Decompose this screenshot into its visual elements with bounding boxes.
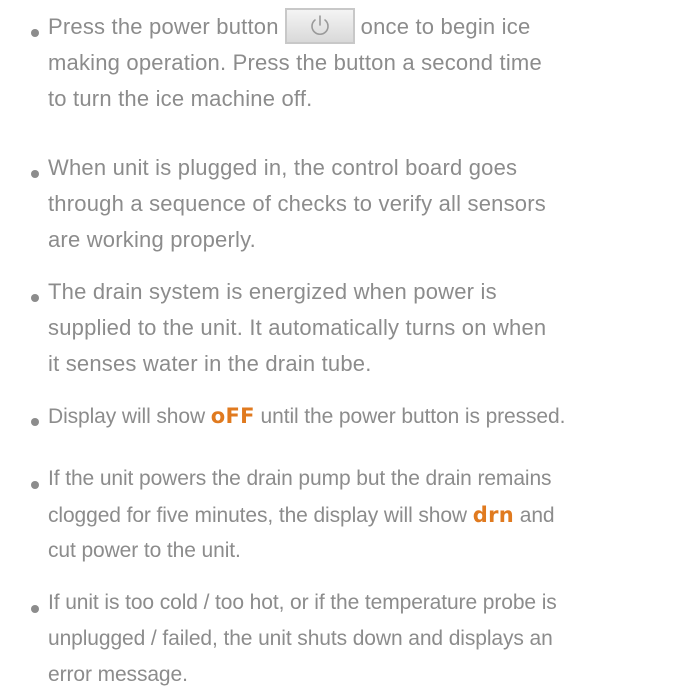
bullet-line: it senses water in the drain tube.: [48, 351, 372, 376]
bullet-line: When unit is plugged in, the control boa…: [48, 155, 518, 180]
bullet-text: Press the power button once to begin ice …: [48, 8, 542, 117]
bullet-text: Display will show oFF until the power bu…: [48, 398, 565, 434]
bullet-line: If unit is too cold / too hot, or if the…: [48, 591, 557, 614]
power-icon: [310, 15, 329, 36]
bullet-text: The drain system is energized when power…: [48, 274, 546, 382]
text-fragment: clogged for five minutes, the display wi…: [48, 504, 468, 527]
bullet-line: error message.: [48, 663, 188, 686]
text-fragment: once to begin ice: [360, 14, 531, 39]
bullet-dot: [31, 481, 39, 489]
bullet-dot: [31, 418, 39, 426]
bullet-line: Press the power button once to begin ice: [48, 8, 542, 45]
bullet-line: making operation. Press the button a sec…: [48, 50, 542, 75]
bullet-line: The drain system is energized when power…: [48, 279, 497, 304]
text-fragment: and: [519, 504, 555, 527]
bullet-dot: [31, 605, 39, 613]
display-code-off: oFF: [210, 404, 255, 428]
bullet-text: When unit is plugged in, the control boa…: [48, 150, 546, 258]
bullet-dot: [31, 294, 39, 302]
power-button-illustration: [284, 8, 355, 45]
display-code-drn: drn: [472, 503, 515, 527]
bullet-line: Display will show oFF until the power bu…: [48, 398, 565, 434]
bullet-line: are working properly.: [48, 227, 256, 252]
bullet-line: to turn the ice machine off.: [48, 86, 313, 111]
bullet-dot: [31, 29, 39, 37]
bullet-line: cut power to the unit.: [48, 539, 241, 562]
bullet-line: supplied to the unit. It automatically t…: [48, 315, 547, 340]
bullet-line: If the unit powers the drain pump but th…: [48, 467, 552, 490]
bullet-line: clogged for five minutes, the display wi…: [48, 497, 555, 533]
bullet-line: through a sequence of checks to verify a…: [48, 191, 546, 216]
bullet-line: unplugged / failed, the unit shuts down …: [48, 627, 553, 650]
bullet-dot: [31, 170, 39, 178]
text-fragment: Press the power button: [48, 14, 279, 39]
bullet-text: If the unit powers the drain pump but th…: [48, 461, 555, 569]
text-fragment: until the power button is pressed.: [260, 405, 566, 428]
text-fragment: Display will show: [48, 405, 206, 428]
bullet-text: If unit is too cold / too hot, or if the…: [48, 585, 557, 693]
